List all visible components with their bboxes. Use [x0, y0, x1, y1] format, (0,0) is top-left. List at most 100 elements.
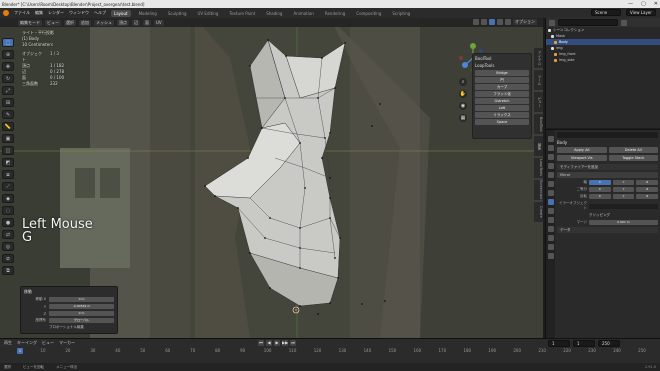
modifier-tab-icon[interactable]	[547, 199, 554, 205]
annotate-icon[interactable]: ✎	[2, 110, 14, 119]
filter-icon[interactable]	[621, 19, 627, 26]
menu-edge[interactable]: 辺	[132, 19, 140, 26]
tab-rendering[interactable]: Rendering	[322, 10, 348, 17]
tab-texture-paint[interactable]: Texture Paint	[226, 10, 258, 17]
delete-all-button[interactable]: Delete All	[608, 147, 658, 153]
menu-mesh[interactable]: メッシュ	[94, 19, 114, 26]
proportional-edit-option[interactable]: プロポーショナル編集	[24, 325, 114, 330]
blender-logo-icon[interactable]	[3, 10, 9, 16]
sidetab-edit[interactable]: 編集	[534, 136, 543, 156]
world-tab-icon[interactable]	[547, 181, 554, 187]
object-tab-icon[interactable]	[547, 190, 554, 196]
mode-selector[interactable]: 編集モード	[18, 19, 42, 26]
menu-file[interactable]: ファイル	[14, 10, 30, 16]
material-tab-icon[interactable]	[547, 244, 554, 250]
rendered-shading-icon[interactable]	[505, 19, 511, 25]
knife-icon[interactable]: ⟋	[2, 182, 14, 191]
perspective-grid-icon[interactable]: ▦	[459, 114, 467, 122]
bevel-icon[interactable]: ◩	[2, 158, 14, 167]
end-frame-field[interactable]: 250	[598, 340, 620, 347]
mirror-modifier-header[interactable]: Mirror	[557, 172, 658, 178]
axis-x-toggle[interactable]: X	[589, 180, 611, 185]
merge-distance-field[interactable]: 0.001 m	[589, 220, 658, 225]
bisect-z-toggle[interactable]: Z	[636, 187, 659, 192]
sidetab-view[interactable]: ビュー	[534, 92, 543, 112]
edge-slide-icon[interactable]: ⇄	[2, 230, 14, 239]
wireframe-shading-icon[interactable]	[481, 19, 487, 25]
rip-icon[interactable]: ⧉	[2, 266, 14, 275]
current-frame-field[interactable]: 1	[548, 340, 570, 347]
measure-icon[interactable]: 📏	[2, 122, 14, 131]
tab-layout[interactable]: Layout	[111, 9, 131, 17]
orientation-select[interactable]: グローバル	[49, 318, 114, 323]
timeline-menu-keying[interactable]: キーイング	[17, 340, 37, 346]
bridge-button[interactable]: Bridge	[475, 70, 529, 76]
flip-x-toggle[interactable]: X	[589, 194, 611, 199]
flatten-button[interactable]: フラット化	[475, 91, 529, 97]
zoom-icon[interactable]: ⌕	[459, 78, 467, 86]
clipping-checkbox[interactable]: クリッピング	[589, 213, 610, 218]
move-icon[interactable]: ✥	[2, 62, 14, 71]
pan-hand-icon[interactable]: ✋	[459, 90, 467, 98]
outliner-item-img-side[interactable]: img_side	[546, 57, 660, 63]
extrude-icon[interactable]: ▣	[2, 134, 14, 143]
cursor-icon[interactable]: ⊕	[2, 50, 14, 59]
render-tab-icon[interactable]	[547, 145, 554, 151]
tab-compositing[interactable]: Compositing	[353, 10, 384, 17]
menu-uv[interactable]: UV	[154, 19, 164, 26]
loft-button[interactable]: Loft	[475, 105, 529, 111]
maximize-button[interactable]: ▢	[641, 0, 646, 8]
options-button[interactable]: オプション	[513, 19, 537, 25]
bisect-x-toggle[interactable]: X	[589, 187, 611, 192]
view-layer-tab-icon[interactable]	[547, 163, 554, 169]
menu-help[interactable]: ヘルプ	[94, 10, 106, 16]
loop-cut-icon[interactable]: ⧈	[2, 170, 14, 179]
camera-icon[interactable]: ◉	[459, 102, 467, 110]
tab-scripting[interactable]: Scripting	[389, 10, 413, 17]
jump-start-icon[interactable]: ⏮	[258, 340, 264, 346]
axis-y-toggle[interactable]: Y	[612, 180, 635, 185]
poly-build-icon[interactable]: ◆	[2, 194, 14, 203]
axis-z-toggle[interactable]: Z	[636, 180, 659, 185]
tab-animation[interactable]: Animation	[290, 10, 316, 17]
menu-edit[interactable]: 編集	[35, 10, 43, 16]
move-y-field[interactable]: -0.00529 m	[49, 304, 114, 309]
physics-tab-icon[interactable]	[547, 217, 554, 223]
inset-icon[interactable]: ◫	[2, 146, 14, 155]
circle-button[interactable]: 円	[475, 77, 529, 83]
smooth-icon[interactable]: ●	[2, 218, 14, 227]
menu-face[interactable]: 面	[143, 19, 151, 26]
view-layer-selector[interactable]: View Layer	[626, 9, 656, 16]
scene-tab-icon[interactable]	[547, 172, 554, 178]
spin-icon[interactable]: ◌	[2, 206, 14, 215]
move-z-field[interactable]: 0 m	[49, 311, 114, 316]
curve-button[interactable]: カーブ	[475, 84, 529, 90]
outliner-search-input[interactable]	[558, 19, 618, 26]
properties-search-input[interactable]	[557, 132, 658, 138]
menu-view[interactable]: ビュー	[45, 19, 61, 26]
viewport-vis-button[interactable]: Viewport Vis	[557, 155, 607, 161]
gstretch-button[interactable]: Gstretch	[475, 98, 529, 104]
sidetab-item[interactable]: アイテム	[534, 48, 543, 68]
solid-shading-icon[interactable]	[489, 19, 495, 25]
sidetab-screencast[interactable]: Screencast	[534, 180, 543, 200]
xray-icon[interactable]	[473, 19, 479, 25]
material-shading-icon[interactable]	[497, 19, 503, 25]
start-frame-field[interactable]: 1	[573, 340, 595, 347]
tab-shading[interactable]: Shading	[263, 10, 285, 17]
next-keyframe-icon[interactable]: ▶▶	[282, 340, 288, 346]
flip-y-toggle[interactable]: Y	[612, 194, 635, 199]
data-subsection[interactable]: データ	[557, 227, 658, 233]
toggle-stack-button[interactable]: Toggle Stack	[608, 155, 658, 161]
sidetab-tool[interactable]: ツール	[534, 70, 543, 90]
jump-end-icon[interactable]: ⏭	[290, 340, 296, 346]
rotate-icon[interactable]: ↻	[2, 74, 14, 83]
sidetab-looptools[interactable]: LoopTools	[534, 158, 543, 178]
space-button[interactable]: Space	[475, 119, 529, 125]
tab-sculpting[interactable]: Sculpting	[165, 10, 190, 17]
relax-button[interactable]: リラックス	[475, 112, 529, 118]
select-box-icon[interactable]: ⬚	[2, 38, 14, 47]
tab-uv-editing[interactable]: UV Editing	[195, 10, 222, 17]
flip-z-toggle[interactable]: Z	[636, 194, 659, 199]
menu-select[interactable]: 選択	[64, 19, 76, 26]
